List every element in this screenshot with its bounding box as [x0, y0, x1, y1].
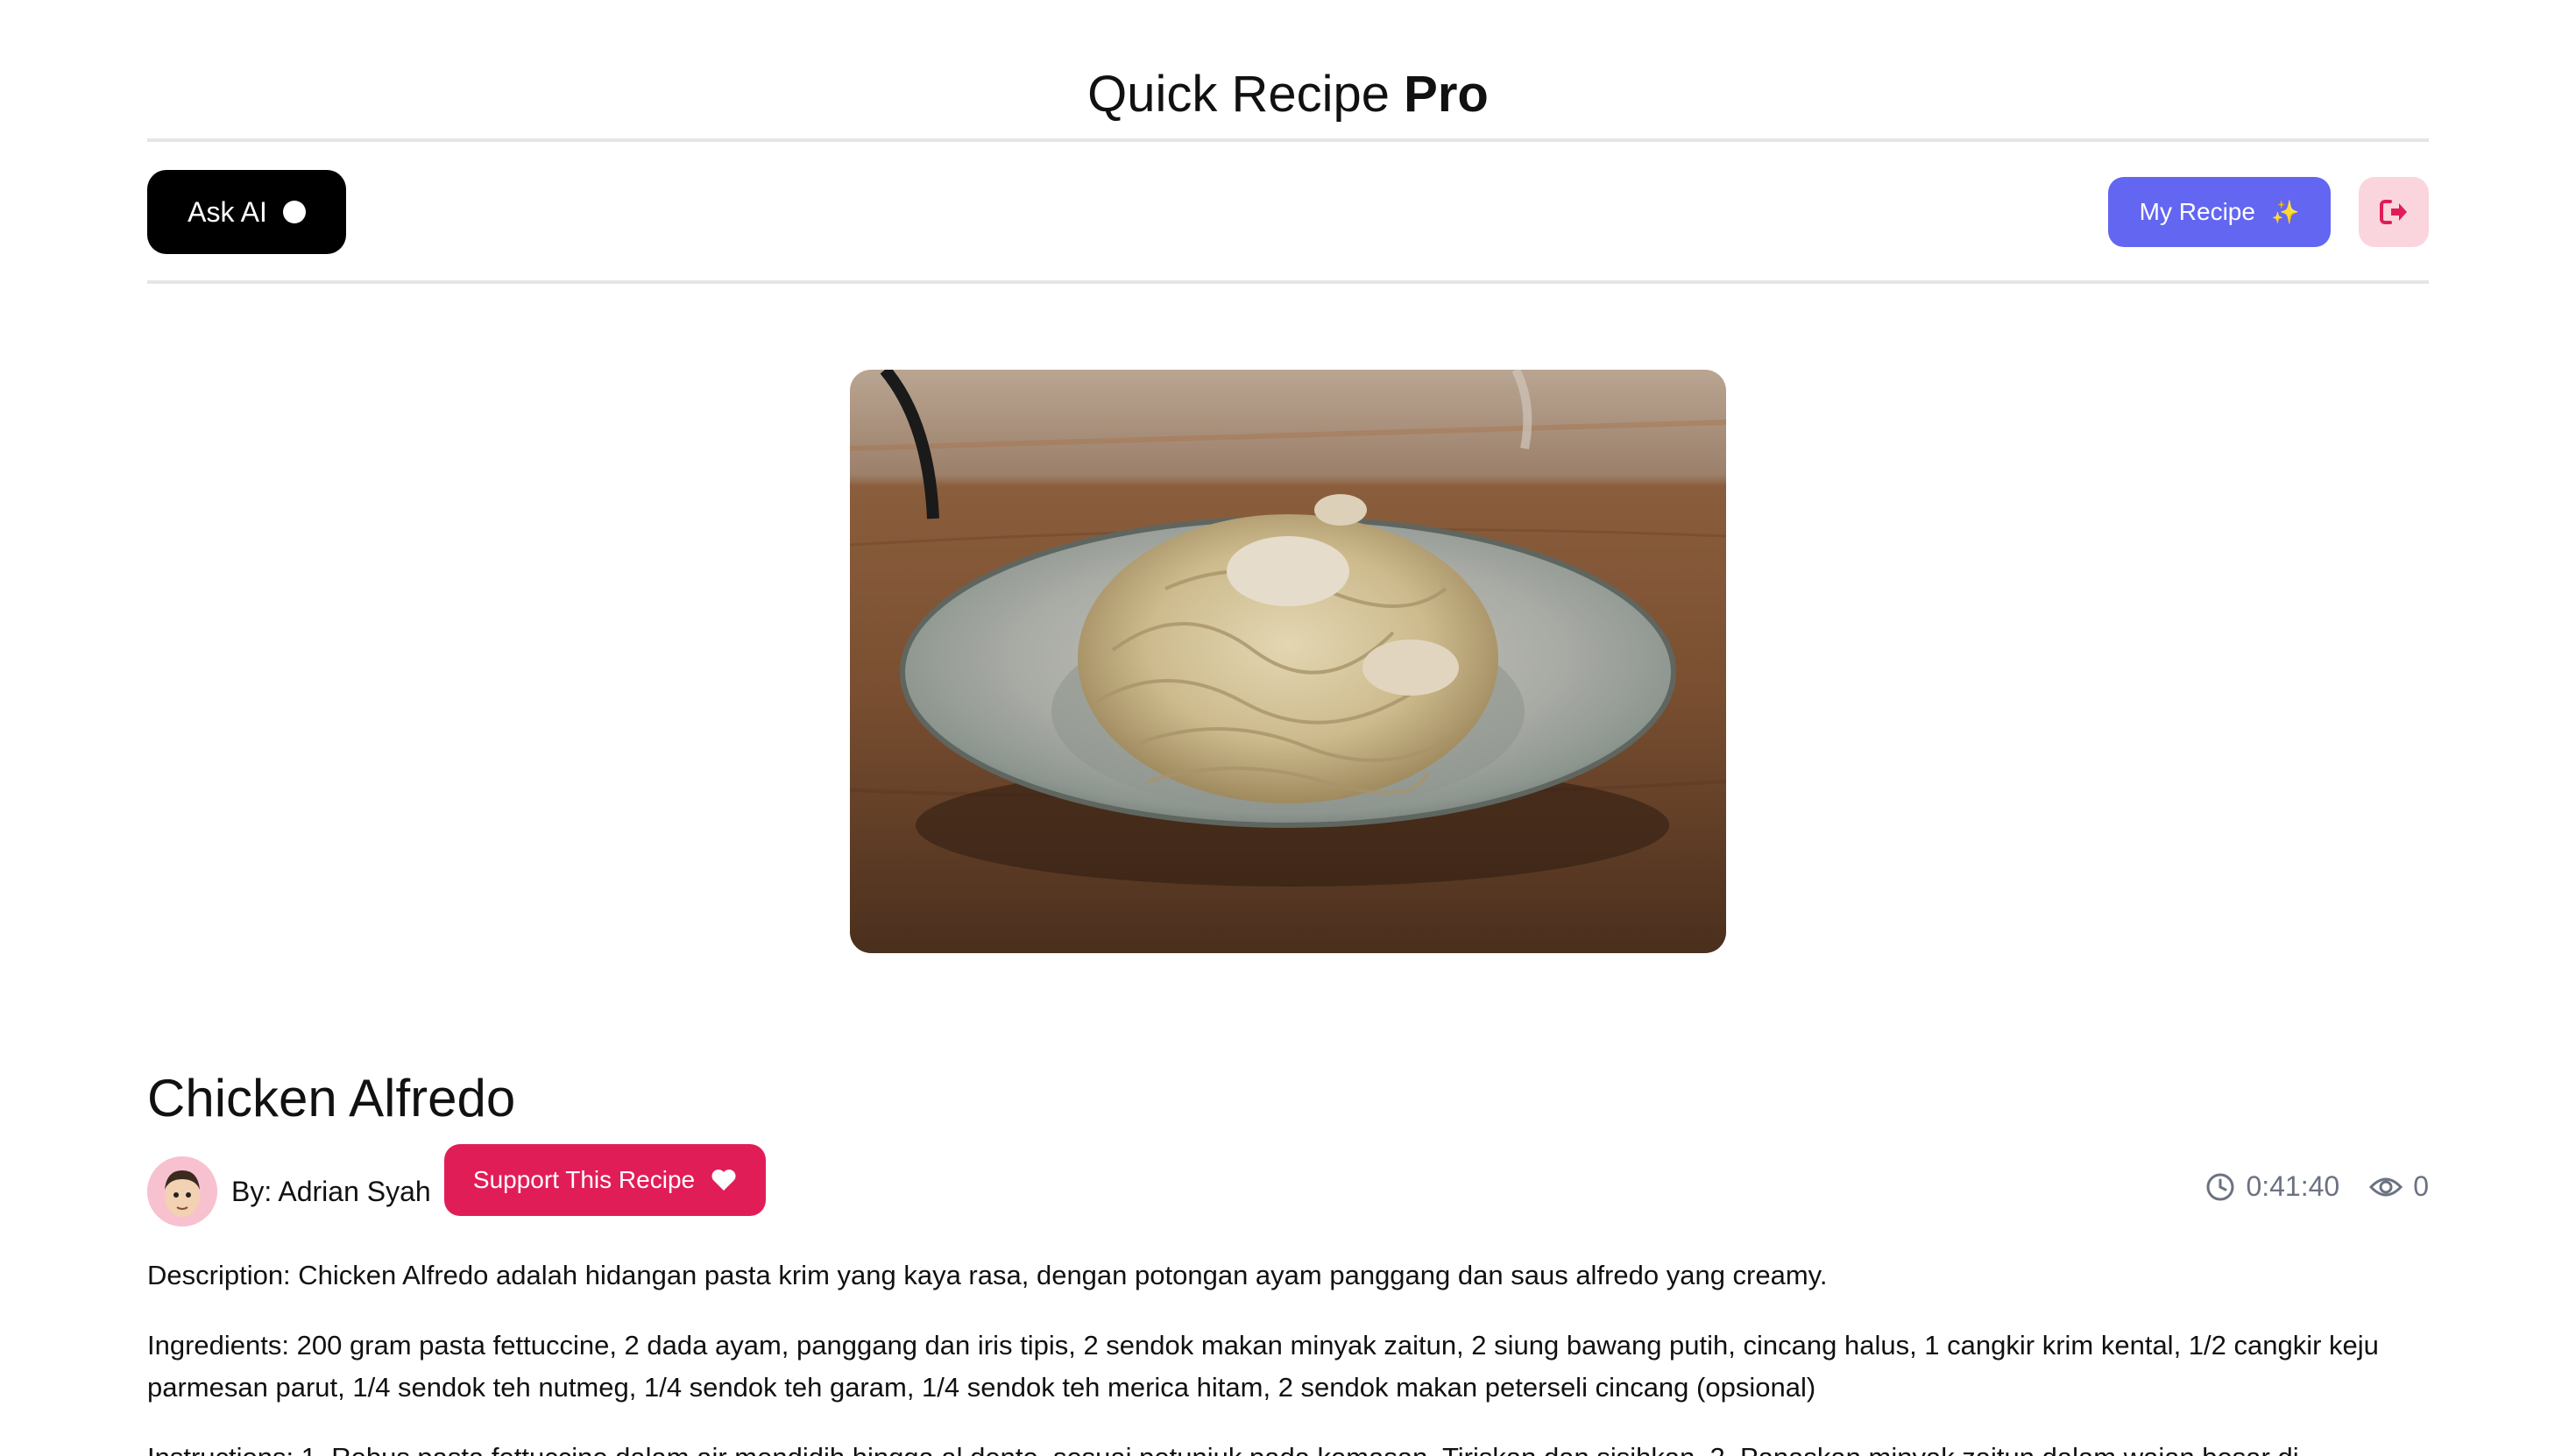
status-dot-icon: [282, 201, 306, 223]
sparkles-icon: ✨: [2270, 198, 2300, 225]
heart-icon: [711, 1170, 736, 1191]
toolbar-divider: [147, 280, 2429, 284]
recipe-meta: 0:41:40 0: [2205, 1170, 2429, 1203]
page: Quick Recipe Pro Ask AI My Recipe ✨ Chic…: [0, 0, 2576, 1456]
header-divider: [147, 138, 2429, 142]
recipe-instructions: Instructions: 1. Rebus pasta fettuccine …: [147, 1437, 2429, 1456]
duration-value: 0:41:40: [2246, 1170, 2340, 1202]
author-row: By: Adrian Syah Support This Recipe 0:41…: [147, 1144, 2429, 1228]
my-recipe-button[interactable]: My Recipe ✨: [2108, 177, 2331, 247]
author-name: By: Adrian Syah: [231, 1176, 431, 1207]
site-title-pro: Pro: [1404, 66, 1489, 123]
clock-icon: [2206, 1173, 2234, 1200]
site-title-main: Quick Recipe: [1087, 66, 1405, 123]
site-title: Quick Recipe Pro: [0, 61, 2576, 128]
logout-button[interactable]: [2359, 177, 2429, 247]
ask-ai-button[interactable]: Ask AI: [147, 170, 346, 254]
ask-ai-label: Ask AI: [188, 195, 267, 228]
avatar: [147, 1156, 217, 1226]
logout-icon: [2380, 200, 2407, 224]
recipe-description: Description: Chicken Alfredo adalah hida…: [147, 1260, 1828, 1290]
recipe-ingredients: Ingredients: 200 gram pasta fettuccine, …: [147, 1330, 2379, 1403]
support-recipe-label: Support This Recipe: [472, 1166, 696, 1193]
avatar-face-icon: [147, 1156, 217, 1226]
recipe-image: [850, 370, 1726, 953]
recipe-title: Chicken Alfredo: [147, 1069, 516, 1127]
views-value: 0: [2413, 1170, 2429, 1202]
duration: 0:41:40: [2205, 1170, 2339, 1203]
eye-icon: [2369, 1177, 2403, 1196]
pasta-plate-photo: [850, 370, 1726, 953]
support-recipe-button[interactable]: Support This Recipe: [444, 1144, 766, 1216]
my-recipe-label: My Recipe: [2139, 198, 2255, 225]
views: 0: [2369, 1170, 2429, 1203]
